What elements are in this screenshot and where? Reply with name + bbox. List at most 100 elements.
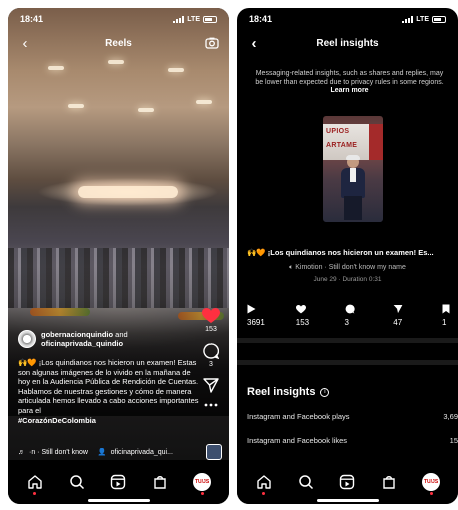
back-arrow-icon[interactable]: ‹ <box>16 34 34 52</box>
notification-dot <box>33 492 37 495</box>
reel-actions: 153 3 <box>199 308 223 417</box>
audio-thumbnail[interactable] <box>206 444 222 460</box>
row-label: Instagram and Facebook likes <box>247 436 348 445</box>
reel-insights-screen: 18:41 LTE ‹ Reel insights Messaging-rela… <box>237 8 458 504</box>
save-icon <box>442 304 450 314</box>
profile-avatar: TU/JS <box>193 473 212 491</box>
share-icon <box>203 378 219 393</box>
nav-search[interactable] <box>291 467 321 497</box>
nav-reels[interactable] <box>103 467 133 497</box>
network-label: LTE <box>416 15 429 23</box>
battery-icon <box>203 15 217 23</box>
tagged-account[interactable]: oficinaprivada_qui... <box>111 449 173 456</box>
caption-emoji: 🙌🧡 <box>18 358 39 367</box>
share-button[interactable] <box>203 378 219 393</box>
row-value: 3,69 <box>443 412 458 421</box>
ceiling-light <box>68 104 84 108</box>
like-button[interactable]: 153 <box>202 308 220 333</box>
comment-icon <box>203 343 219 359</box>
nav-shop[interactable] <box>145 467 175 497</box>
author-username[interactable]: gobernacionquindio <box>41 330 113 339</box>
ceiling-light <box>48 66 64 70</box>
heart-icon <box>202 308 220 323</box>
shop-icon <box>154 476 166 489</box>
page-title: Reels <box>105 37 132 49</box>
metric-value: 153 <box>295 318 310 327</box>
metric-value: 3 <box>344 318 349 327</box>
notification-dot <box>429 492 433 495</box>
metric-value: 47 <box>393 318 403 327</box>
more-options-button[interactable] <box>204 403 218 407</box>
camera-icon[interactable] <box>203 34 221 52</box>
nav-home[interactable] <box>20 467 50 497</box>
insight-row[interactable]: Instagram and Facebook likes 15 <box>247 436 458 445</box>
section-heading: Reel insights i <box>247 386 330 398</box>
info-icon[interactable]: i <box>320 387 330 397</box>
ceiling-light <box>196 100 212 104</box>
nav-profile[interactable]: TU/JS <box>187 467 217 497</box>
insight-row[interactable]: Instagram and Facebook plays 3,69 <box>247 412 458 421</box>
home-indicator <box>88 499 150 502</box>
nav-home[interactable] <box>249 467 279 497</box>
audio-row[interactable]: ♬ ·n · Still don't know 👤 oficinaprivada… <box>18 448 198 457</box>
nav-reels[interactable] <box>332 467 362 497</box>
insights-audio[interactable]: 🔈︎ Kimotion · Still don't know my name <box>237 264 458 272</box>
audio-track[interactable]: ·n · Still don't know <box>29 449 88 456</box>
caption-emoji: 🙌🧡 <box>247 248 268 257</box>
author-and: and <box>115 330 128 339</box>
comment-button[interactable]: 3 <box>203 343 219 368</box>
comment-icon <box>345 304 355 314</box>
status-time: 18:41 <box>249 14 273 24</box>
metric-likes: 153 <box>295 304 338 327</box>
metric-shares: 47 <box>393 304 435 327</box>
bottom-nav: TU/JS <box>237 460 458 504</box>
reel-thumbnail[interactable]: UPIOS ARTAME <box>323 116 383 222</box>
metrics-row: 3691 153 3 47 1 <box>247 304 454 327</box>
insights-caption: 🙌🧡 ¡Los quindianos nos hicieron un exame… <box>247 248 452 257</box>
audio-track[interactable]: Kimotion · Still don't know my name <box>295 264 406 271</box>
nav-shop[interactable] <box>374 467 404 497</box>
reel-caption[interactable]: 🙌🧡 ¡Los quindianos nos hicieron un exame… <box>18 358 200 425</box>
heart-icon <box>295 304 306 313</box>
home-indicator <box>317 499 379 502</box>
status-bar: 18:41 LTE <box>8 8 229 30</box>
reels-icon <box>340 474 355 490</box>
speaker-shirt <box>350 168 356 182</box>
caption-hashtag[interactable]: #CorazónDeColombia <box>18 416 96 425</box>
metric-value: 3691 <box>247 318 265 327</box>
divider <box>237 360 458 365</box>
row-label: Instagram and Facebook plays <box>247 412 350 421</box>
caption-text: ¡Los quindianos nos hicieron un examen! … <box>18 358 199 415</box>
metric-comments: 3 <box>345 304 387 327</box>
notice-text: Messaging-related insights, such as shar… <box>255 70 444 86</box>
page-title: Reel insights <box>316 37 379 49</box>
music-note-icon: ♬ <box>18 448 25 456</box>
avatar[interactable] <box>18 330 36 348</box>
comment-count: 3 <box>209 361 213 368</box>
play-icon <box>247 304 256 314</box>
like-count: 153 <box>205 326 217 333</box>
nav-search[interactable] <box>62 467 92 497</box>
signal-icon <box>173 15 185 23</box>
reel-author[interactable]: gobernacionquindio and oficinaprivada_qu… <box>18 330 178 348</box>
learn-more-link[interactable]: Learn more <box>330 87 368 94</box>
back-arrow-icon[interactable]: ‹ <box>245 34 263 52</box>
more-icon <box>204 403 218 407</box>
home-icon <box>28 475 42 489</box>
divider <box>237 338 458 343</box>
reels-icon <box>111 474 126 490</box>
speaker-hair <box>346 155 360 160</box>
signal-icon <box>402 15 414 23</box>
stage-lights <box>78 186 178 198</box>
nav-profile[interactable]: TU/JS <box>416 467 446 497</box>
collab-username[interactable]: oficinaprivada_quindio <box>41 339 123 348</box>
metric-plays: 3691 <box>247 304 289 327</box>
status-bar: 18:41 LTE <box>237 8 458 30</box>
network-label: LTE <box>187 15 200 23</box>
notification-dot <box>200 492 204 495</box>
ceiling-light <box>138 108 154 112</box>
profile-avatar: TU/JS <box>422 473 441 491</box>
section-title: Reel insights <box>247 386 316 398</box>
banner-stripe <box>369 124 383 160</box>
metric-value: 1 <box>442 318 447 327</box>
